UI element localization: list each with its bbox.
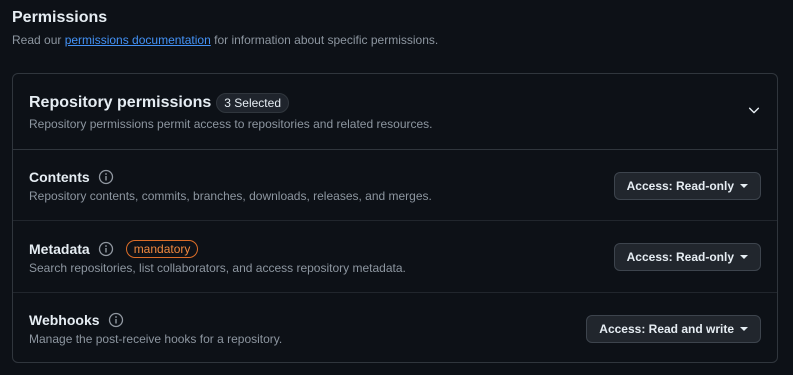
- access-dropdown-button[interactable]: Access: Read-only: [613, 243, 761, 271]
- permission-title-line: Contents: [29, 169, 114, 185]
- permission-title: Contents: [29, 169, 90, 185]
- selected-count-badge: 3 Selected: [216, 93, 289, 113]
- permission-description: Manage the post-receive hooks for a repo…: [29, 332, 283, 346]
- caret-down-icon: [740, 184, 748, 188]
- permission-title: Webhooks: [29, 312, 100, 328]
- permission-row-metadata: Metadata mandatory Search repositories, …: [13, 221, 777, 293]
- permission-title: Metadata: [29, 241, 90, 257]
- permission-description: Repository contents, commits, branches, …: [29, 189, 432, 203]
- permission-title-line: Webhooks: [29, 312, 124, 328]
- access-dropdown-button[interactable]: Access: Read and write: [586, 315, 761, 343]
- repository-permissions-panel: Repository permissions 3 Selected Reposi…: [12, 73, 778, 363]
- access-dropdown-button[interactable]: Access: Read-only: [613, 172, 761, 200]
- repository-permissions-description: Repository permissions permit access to …: [29, 117, 433, 131]
- info-icon[interactable]: [98, 169, 114, 185]
- repository-permissions-heading-row: Repository permissions 3 Selected: [29, 93, 289, 113]
- info-icon[interactable]: [108, 312, 124, 328]
- section-description: Read our permissions documentation for i…: [12, 33, 438, 47]
- caret-down-icon: [740, 327, 748, 331]
- chevron-down-icon[interactable]: [747, 103, 761, 117]
- permissions-page: Permissions Read our permissions documen…: [0, 0, 793, 375]
- section-description-prefix: Read our: [12, 33, 65, 47]
- permission-title-line: Metadata mandatory: [29, 240, 199, 258]
- access-label: Access: Read-only: [626, 179, 734, 193]
- permissions-documentation-link[interactable]: permissions documentation: [65, 33, 211, 47]
- section-title: Permissions: [12, 9, 108, 26]
- repository-permissions-header[interactable]: Repository permissions 3 Selected Reposi…: [13, 74, 777, 150]
- caret-down-icon: [740, 255, 748, 259]
- access-label: Access: Read-only: [626, 250, 734, 264]
- mandatory-badge: mandatory: [125, 240, 199, 258]
- access-label: Access: Read and write: [599, 322, 734, 336]
- section-description-suffix: for information about specific permissio…: [210, 33, 439, 47]
- permission-row-contents: Contents Repository contents, commits, b…: [13, 150, 777, 221]
- permission-description: Search repositories, list collaborators,…: [29, 261, 406, 275]
- permission-row-webhooks: Webhooks Manage the post-receive hooks f…: [13, 293, 777, 362]
- info-icon[interactable]: [98, 241, 114, 257]
- repository-permissions-heading: Repository permissions: [29, 94, 212, 111]
